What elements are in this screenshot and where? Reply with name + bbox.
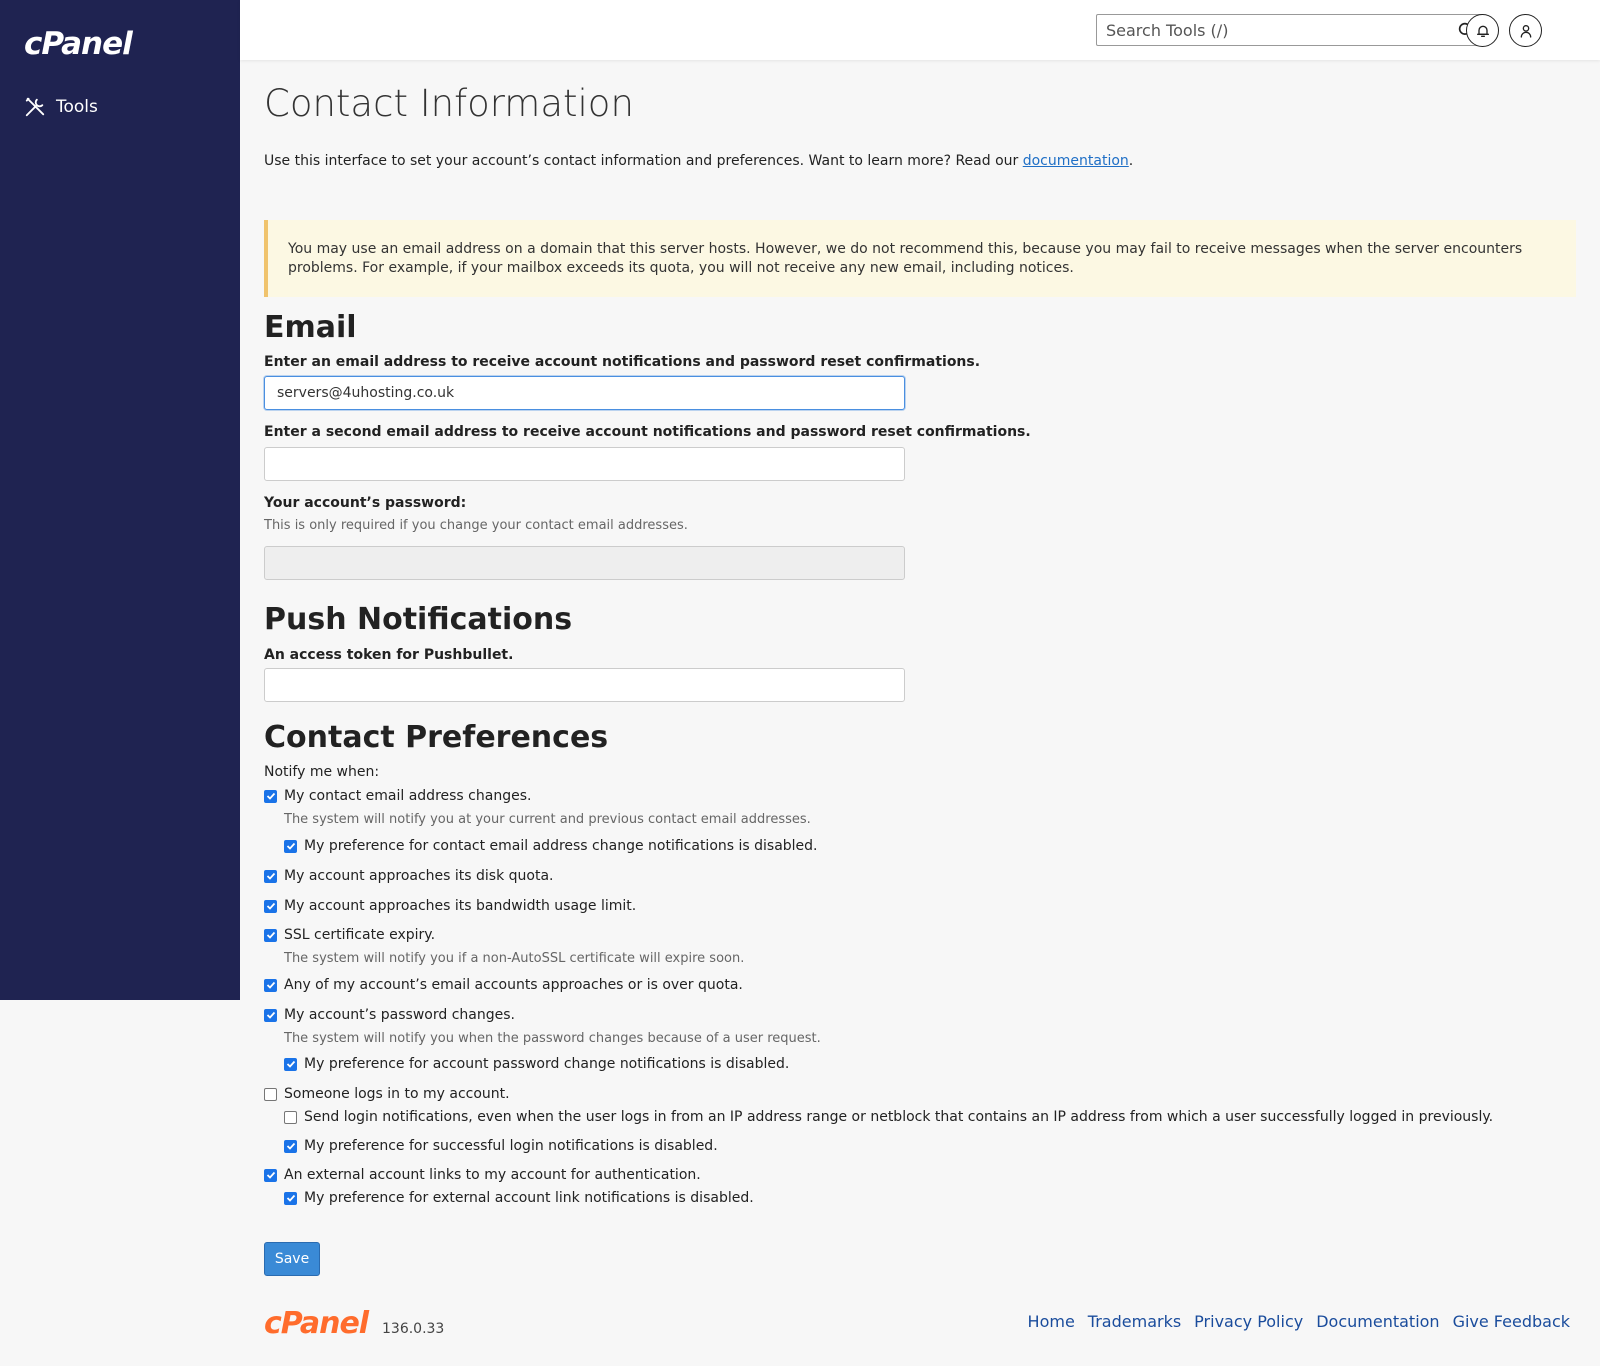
- documentation-link[interactable]: documentation: [1023, 153, 1129, 169]
- footer-link-privacy[interactable]: Privacy Policy: [1194, 1312, 1303, 1331]
- password-help: This is only required if you change your…: [264, 518, 688, 533]
- password-label: Your account’s password:: [264, 495, 467, 511]
- checkbox[interactable]: [284, 1057, 297, 1071]
- pref-contact-email-disabled[interactable]: My preference for contact email address …: [284, 838, 818, 854]
- pushbullet-token-field[interactable]: [264, 668, 905, 702]
- sidebar-item-label: Tools: [56, 97, 98, 117]
- sidebar-item-tools[interactable]: Tools: [24, 96, 98, 118]
- checkbox[interactable]: [284, 839, 297, 853]
- footer-link-home[interactable]: Home: [1028, 1312, 1075, 1331]
- bell-icon: [1476, 25, 1489, 37]
- notify-label: Notify me when:: [264, 764, 380, 780]
- check-icon: [266, 1011, 275, 1019]
- footer-link-feedback[interactable]: Give Feedback: [1453, 1312, 1570, 1331]
- cpanel-logo[interactable]: cPanel: [24, 26, 133, 62]
- checkbox[interactable]: [284, 1191, 297, 1205]
- save-button[interactable]: Save: [264, 1242, 320, 1276]
- email2-field[interactable]: [264, 447, 905, 481]
- check-icon: [266, 931, 275, 939]
- search-box: [1096, 14, 1484, 46]
- push-heading: Push Notifications: [264, 602, 573, 637]
- intro-text: Use this interface to set your account’s…: [264, 153, 1134, 169]
- pref-password-disabled[interactable]: My preference for account password chang…: [284, 1056, 789, 1072]
- prefs-heading: Contact Preferences: [264, 720, 609, 755]
- check-icon: [266, 792, 275, 800]
- pref-bandwidth-limit[interactable]: My account approaches its bandwidth usag…: [264, 898, 636, 914]
- footer-links: Home Trademarks Privacy Policy Documenta…: [1028, 1312, 1570, 1331]
- password-field[interactable]: [264, 546, 905, 580]
- pref-external-link[interactable]: An external account links to my account …: [264, 1167, 701, 1183]
- footer-link-documentation[interactable]: Documentation: [1316, 1312, 1439, 1331]
- sidebar: cPanel Tools: [0, 0, 240, 1000]
- pref-password-change[interactable]: My account’s password changes.: [264, 1007, 515, 1023]
- warning-alert: You may use an email address on a domain…: [264, 220, 1576, 297]
- check-icon: [286, 842, 295, 850]
- pref-help-contact-email: The system will notify you at your curre…: [284, 812, 811, 827]
- pref-external-disabled[interactable]: My preference for external account link …: [284, 1190, 754, 1206]
- check-icon: [286, 1142, 295, 1150]
- checkbox[interactable]: [264, 978, 277, 992]
- checkbox[interactable]: [264, 1087, 277, 1101]
- checkbox[interactable]: [264, 1168, 277, 1182]
- pref-email-quota[interactable]: Any of my account’s email accounts appro…: [264, 977, 743, 993]
- pref-login-netblock[interactable]: Send login notifications, even when the …: [284, 1109, 1493, 1125]
- check-icon: [266, 981, 275, 989]
- checkbox[interactable]: [284, 1139, 297, 1153]
- pref-login-disabled[interactable]: My preference for successful login notif…: [284, 1138, 718, 1154]
- checkbox[interactable]: [264, 789, 277, 803]
- top-bar: [240, 0, 1600, 60]
- footer-version: 136.0.33: [382, 1321, 445, 1337]
- page-title: Contact Information: [264, 82, 634, 125]
- check-icon: [266, 902, 275, 910]
- checkbox[interactable]: [264, 869, 277, 883]
- checkbox[interactable]: [284, 1110, 297, 1124]
- pref-help-ssl: The system will notify you if a non-Auto…: [284, 951, 745, 966]
- user-icon: [1520, 24, 1531, 38]
- checkbox[interactable]: [264, 899, 277, 913]
- pref-help-password: The system will notify you when the pass…: [284, 1031, 821, 1046]
- checkbox[interactable]: [264, 928, 277, 942]
- checkbox[interactable]: [264, 1008, 277, 1022]
- token-label: An access token for Pushbullet.: [264, 647, 514, 663]
- pref-disk-quota[interactable]: My account approaches its disk quota.: [264, 868, 554, 884]
- footer-cpanel-logo: cPanel: [264, 1306, 369, 1341]
- pref-login[interactable]: Someone logs in to my account.: [264, 1086, 510, 1102]
- email-heading: Email: [264, 310, 357, 345]
- pref-ssl-expiry[interactable]: SSL certificate expiry.: [264, 927, 435, 943]
- tools-icon: [25, 97, 45, 117]
- notifications-button[interactable]: [1466, 14, 1499, 47]
- footer-link-trademarks[interactable]: Trademarks: [1088, 1312, 1181, 1331]
- user-menu-button[interactable]: [1509, 14, 1542, 47]
- email1-label: Enter an email address to receive accoun…: [264, 354, 981, 370]
- check-icon: [286, 1194, 295, 1202]
- search-input[interactable]: [1097, 15, 1437, 45]
- check-icon: [266, 1171, 275, 1179]
- email1-field[interactable]: [264, 376, 905, 410]
- email2-label: Enter a second email address to receive …: [264, 424, 1031, 440]
- check-icon: [266, 872, 275, 880]
- check-icon: [286, 1060, 295, 1068]
- pref-contact-email-change[interactable]: My contact email address changes.: [264, 788, 531, 804]
